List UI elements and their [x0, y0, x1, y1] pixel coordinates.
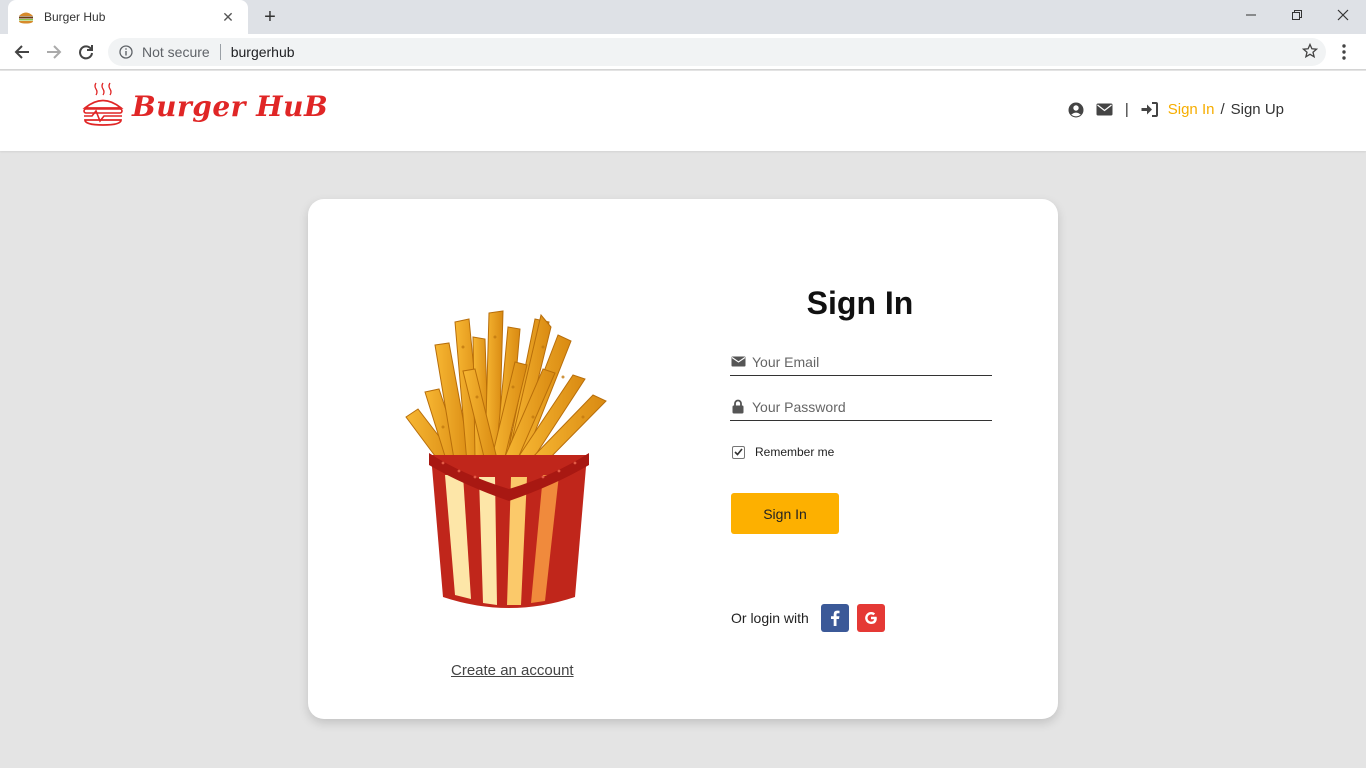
address-bar[interactable]: Not secure burgerhub: [108, 38, 1326, 66]
remember-me[interactable]: Remember me: [732, 445, 834, 459]
url-text[interactable]: burgerhub: [231, 44, 295, 60]
browser-menu-icon[interactable]: [1336, 42, 1352, 62]
info-icon[interactable]: [118, 44, 134, 60]
restore-icon[interactable]: [1274, 0, 1320, 30]
social-label: Or login with: [731, 610, 809, 626]
minimize-icon[interactable]: [1228, 0, 1274, 30]
password-input[interactable]: [752, 398, 992, 415]
remember-checkbox[interactable]: [732, 445, 745, 459]
email-field[interactable]: [730, 348, 992, 376]
security-label: Not secure: [142, 44, 210, 60]
site-header: Burger HuB | Sign In / Sign Up: [0, 71, 1366, 151]
facebook-icon[interactable]: [820, 604, 849, 632]
password-field[interactable]: [730, 393, 992, 421]
signin-button[interactable]: Sign In: [731, 493, 839, 534]
nav-separator: /: [1220, 101, 1225, 118]
header-signin-link[interactable]: Sign In: [1168, 101, 1215, 118]
browser-tabbar: Burger Hub ✕ +: [0, 0, 1366, 34]
reload-icon[interactable]: [74, 40, 98, 64]
nav-divider: |: [1124, 101, 1129, 118]
login-card: Create an account Sign In Remember me Si…: [308, 199, 1058, 719]
create-account-link[interactable]: Create an account: [451, 662, 574, 679]
envelope-icon: [730, 354, 746, 370]
sign-in-icon[interactable]: [1141, 102, 1158, 117]
omnibox-divider: [219, 44, 221, 60]
lock-icon: [730, 399, 746, 415]
back-arrow-icon[interactable]: [10, 40, 34, 64]
new-tab-button[interactable]: +: [258, 5, 282, 29]
tab-close-icon[interactable]: ✕: [218, 9, 238, 26]
email-input[interactable]: [752, 353, 992, 370]
fries-image: [405, 310, 607, 608]
header-signup-link[interactable]: Sign Up: [1231, 101, 1284, 118]
form-title: Sign In: [806, 285, 914, 321]
user-circle-icon[interactable]: [1068, 102, 1084, 118]
envelope-icon[interactable]: [1096, 103, 1113, 116]
burger-logo-icon: [82, 81, 124, 132]
close-window-icon[interactable]: [1320, 0, 1366, 30]
header-nav: | Sign In / Sign Up: [1062, 101, 1284, 118]
google-icon[interactable]: [856, 604, 885, 632]
site-logo[interactable]: Burger HuB: [82, 81, 328, 132]
logo-text: Burger HuB: [132, 90, 329, 123]
bookmark-star-icon[interactable]: [1301, 42, 1319, 62]
tab-title: Burger Hub: [44, 10, 106, 24]
burger-favicon-icon: [18, 9, 34, 25]
social-login: Or login with: [731, 604, 885, 632]
browser-tab[interactable]: Burger Hub ✕: [8, 0, 248, 34]
forward-arrow-icon[interactable]: [42, 40, 66, 64]
remember-label: Remember me: [755, 445, 835, 459]
browser-toolbar: Not secure burgerhub: [0, 34, 1366, 70]
